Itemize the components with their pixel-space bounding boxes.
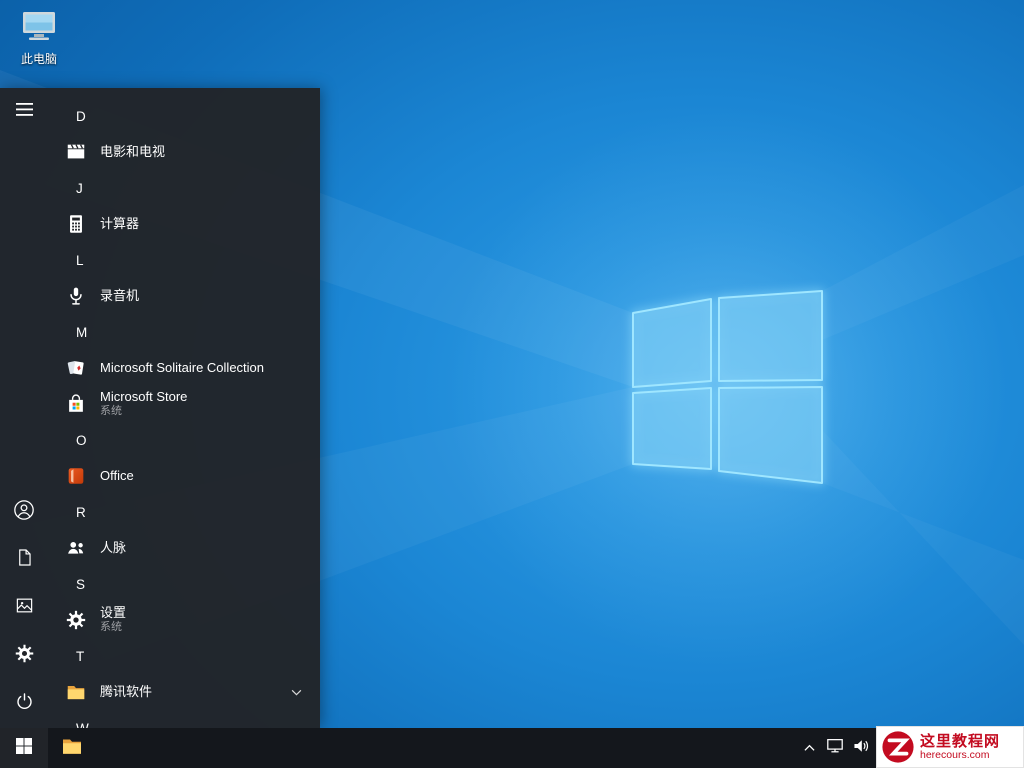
- tray-overflow-button[interactable]: [796, 728, 822, 768]
- store-bag-icon: [64, 392, 88, 416]
- app-section-letter-o[interactable]: O: [48, 422, 320, 458]
- app-item-microsoft-store[interactable]: Microsoft Store 系统: [48, 386, 320, 422]
- watermark-text: 这里教程网 herecours.com: [920, 733, 1000, 762]
- power-button[interactable]: [0, 680, 48, 728]
- app-section-letter-t[interactable]: T: [48, 638, 320, 674]
- network-button[interactable]: [822, 728, 848, 768]
- app-label: 设置: [100, 606, 126, 621]
- power-icon: [15, 692, 34, 716]
- app-item-tencent-folder[interactable]: 腾讯软件: [48, 674, 320, 710]
- app-label: 计算器: [100, 217, 139, 232]
- app-sublabel: 系统: [100, 405, 187, 418]
- app-item-office[interactable]: Office: [48, 458, 320, 494]
- watermark-title: 这里教程网: [920, 733, 1000, 750]
- chevron-down-icon[interactable]: [291, 689, 302, 696]
- desktop-icon-this-pc[interactable]: 此电脑: [8, 10, 70, 67]
- calculator-icon: [64, 212, 88, 236]
- gear-icon: [64, 608, 88, 632]
- start-button[interactable]: [0, 728, 48, 768]
- computer-icon: [21, 10, 57, 47]
- app-label: 电影和电视: [100, 145, 165, 160]
- app-label: 人脉: [100, 541, 126, 556]
- app-section-letter-r[interactable]: R: [48, 494, 320, 530]
- gear-icon: [14, 643, 35, 669]
- app-section-letter-w[interactable]: W: [48, 710, 320, 728]
- speaker-icon: [852, 738, 870, 759]
- app-section-letter-l[interactable]: L: [48, 242, 320, 278]
- movies-tv-icon: [64, 140, 88, 164]
- watermark-domain: herecours.com: [920, 750, 1000, 762]
- hamburger-icon: [16, 103, 33, 121]
- documents-button[interactable]: [0, 536, 48, 584]
- app-item-calculator[interactable]: 计算器: [48, 206, 320, 242]
- start-menu-app-list: D 电影和电视 J: [48, 88, 320, 728]
- network-icon: [826, 737, 844, 759]
- pictures-icon: [15, 596, 34, 620]
- document-icon: [15, 548, 34, 572]
- windows-logo-icon: [16, 738, 32, 759]
- pictures-button[interactable]: [0, 584, 48, 632]
- start-menu-rail: [0, 88, 48, 728]
- app-section-letter-m[interactable]: M: [48, 314, 320, 350]
- watermark-logo-icon: [881, 730, 915, 764]
- app-item-solitaire[interactable]: Microsoft Solitaire Collection: [48, 350, 320, 386]
- volume-button[interactable]: [848, 728, 874, 768]
- app-section-letter-s[interactable]: S: [48, 566, 320, 602]
- folder-icon: [64, 680, 88, 704]
- people-icon: [64, 536, 88, 560]
- microphone-icon: [64, 284, 88, 308]
- app-label: 录音机: [100, 289, 139, 304]
- taskbar: [0, 728, 1024, 768]
- watermark: 这里教程网 herecours.com: [876, 726, 1024, 768]
- app-item-settings[interactable]: 设置 系统: [48, 602, 320, 638]
- desktop: 此电脑: [0, 0, 1024, 768]
- start-menu: D 电影和电视 J: [0, 88, 320, 728]
- user-icon: [13, 499, 35, 526]
- app-section-letter-j[interactable]: J: [48, 170, 320, 206]
- chevron-up-icon: [804, 739, 815, 757]
- app-item-voice-recorder[interactable]: 录音机: [48, 278, 320, 314]
- expand-menu-button[interactable]: [0, 88, 48, 136]
- app-label: Office: [100, 469, 134, 484]
- account-button[interactable]: [0, 488, 48, 536]
- app-item-movies-tv[interactable]: 电影和电视: [48, 134, 320, 170]
- file-explorer-button[interactable]: [48, 728, 96, 768]
- app-section-letter-d[interactable]: D: [48, 98, 320, 134]
- app-item-people[interactable]: 人脉: [48, 530, 320, 566]
- app-sublabel: 系统: [100, 621, 126, 634]
- folder-icon: [60, 734, 84, 763]
- office-icon: [64, 464, 88, 488]
- settings-button[interactable]: [0, 632, 48, 680]
- app-label: Microsoft Store: [100, 390, 187, 405]
- cards-icon: [64, 356, 88, 380]
- app-label: Microsoft Solitaire Collection: [100, 361, 264, 376]
- desktop-icon-label: 此电脑: [21, 50, 57, 67]
- app-label: 腾讯软件: [100, 685, 152, 700]
